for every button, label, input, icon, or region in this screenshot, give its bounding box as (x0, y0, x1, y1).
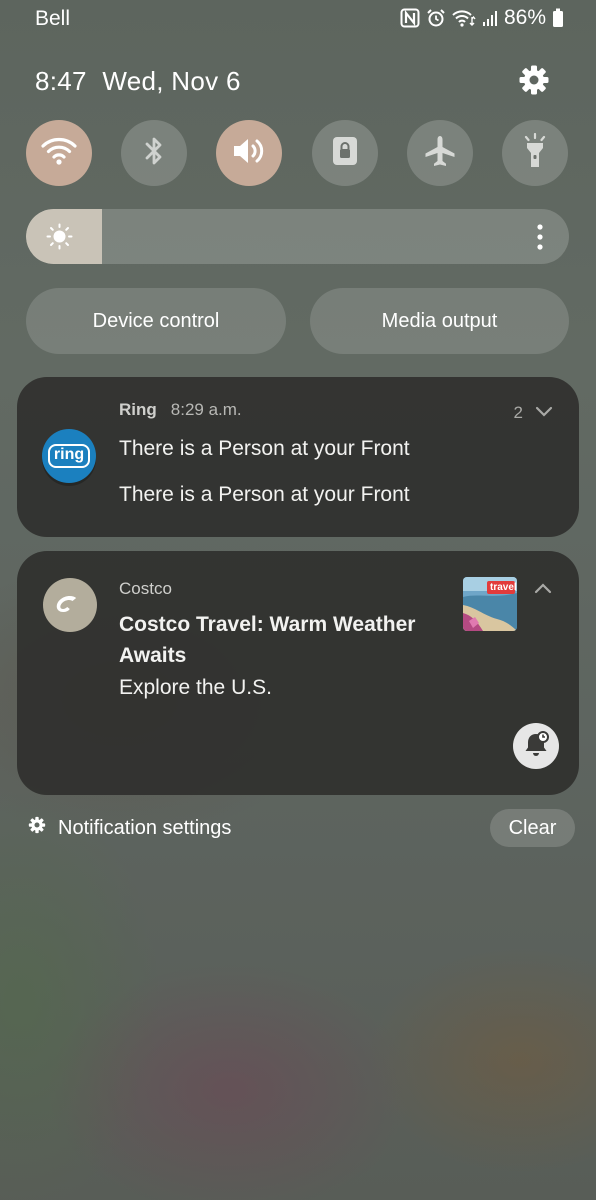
notification-header: Ring 8:29 a.m. (119, 400, 242, 420)
device-control-button[interactable]: Device control (26, 288, 286, 354)
wifi-data-icon (452, 8, 476, 28)
notification-title: Costco Travel: Warm Weather Awaits (119, 613, 416, 667)
ring-logo: ring (47, 444, 91, 468)
alarm-icon (426, 8, 446, 28)
clear-button[interactable]: Clear (490, 809, 575, 847)
toggle-wifi[interactable] (26, 120, 92, 186)
notification-time: 8:29 a.m. (170, 400, 242, 419)
chevron-up-icon (534, 581, 552, 598)
ring-app-icon: ring (42, 429, 96, 483)
notification-costco[interactable]: Costco Costco Travel: Warm Weather Await… (17, 551, 579, 795)
app-name: Ring (119, 400, 157, 419)
chevron-down-icon (535, 403, 553, 423)
brightness-slider[interactable] (26, 209, 569, 264)
bluetooth-icon (142, 135, 166, 172)
status-bar: Bell 86% (0, 0, 596, 38)
clock-time: 8:47 (35, 66, 87, 96)
carrier-name: Bell (35, 7, 71, 30)
thumbnail-text: travel (490, 582, 517, 593)
more-options-icon[interactable] (535, 223, 545, 251)
device-control-label: Device control (92, 309, 220, 332)
gear-icon (518, 64, 550, 101)
clock-date: 8:47 Wed, Nov 6 (35, 66, 249, 97)
snooze-button[interactable] (513, 723, 559, 769)
battery-percent: 86% (503, 6, 546, 29)
notification-header: Costco (119, 579, 172, 599)
notification-settings-link[interactable]: Notification settings (28, 816, 231, 840)
notification-line: There is a Person at your Front (119, 437, 410, 460)
costco-app-icon (43, 578, 97, 632)
nfc-icon (400, 8, 420, 28)
lock-icon (330, 135, 360, 172)
media-output-button[interactable]: Media output (310, 288, 569, 354)
flashlight-icon (520, 132, 550, 174)
toggle-portrait-lock[interactable] (312, 120, 378, 186)
volume-icon (231, 135, 267, 172)
toggle-sound[interactable] (216, 120, 282, 186)
expand-button[interactable]: 2 (514, 403, 553, 423)
notification-ring[interactable]: ring Ring 8:29 a.m. There is a Person at … (17, 377, 579, 537)
notification-line: There is a Person at your Front (119, 483, 410, 506)
gear-icon (28, 816, 46, 840)
notification-count: 2 (513, 403, 523, 422)
media-output-label: Media output (381, 309, 498, 332)
app-name: Costco (119, 579, 172, 598)
notification-settings-label: Notification settings (58, 816, 232, 839)
airplane-icon (423, 134, 457, 173)
toggle-bluetooth[interactable] (121, 120, 187, 186)
status-icons: 86% (400, 6, 564, 30)
signal-icon (482, 9, 498, 27)
settings-button[interactable] (516, 64, 552, 100)
toggle-airplane[interactable] (407, 120, 473, 186)
clear-label: Clear (508, 816, 557, 839)
clock-date-text: Wed, Nov 6 (102, 66, 241, 96)
toggle-flashlight[interactable] (502, 120, 568, 186)
bell-snooze-icon (522, 730, 550, 763)
sun-icon (46, 223, 73, 250)
costco-logo (56, 595, 77, 612)
wifi-icon (41, 136, 77, 171)
collapse-button[interactable] (534, 581, 552, 599)
notification-body: Explore the U.S. (119, 676, 272, 699)
notification-thumbnail: travel (463, 577, 517, 631)
battery-icon (552, 8, 564, 28)
quick-toggles (26, 120, 570, 186)
